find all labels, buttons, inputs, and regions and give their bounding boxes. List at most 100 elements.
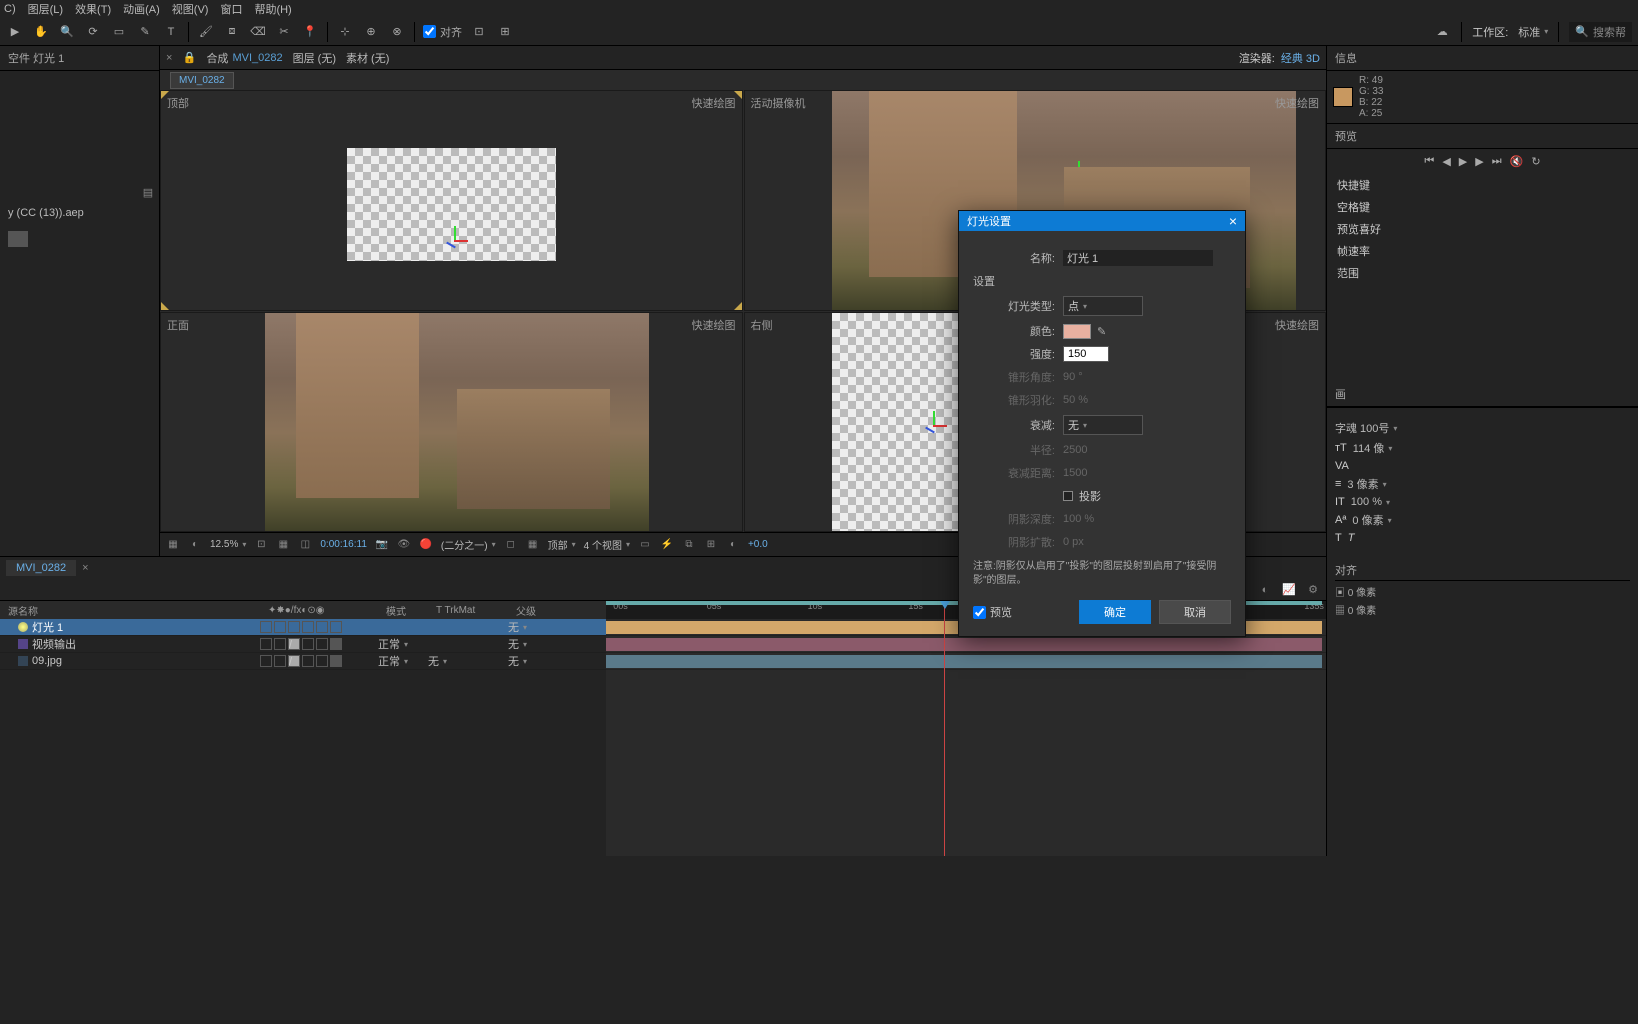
menu-layer[interactable]: 图层(L) [28, 1, 63, 17]
menu-effect[interactable]: 效果(T) [75, 1, 111, 17]
align-val2[interactable]: 0 像素 [1348, 606, 1376, 617]
selection-tool-icon[interactable]: ▶ [6, 23, 24, 41]
prev-frame-icon[interactable]: ◀ [1442, 155, 1450, 168]
resolution-dropdown[interactable]: (二分之一) [441, 537, 496, 552]
loop-icon[interactable]: ↻ [1531, 155, 1540, 168]
mode-drop[interactable]: 正常 [378, 636, 408, 652]
comp-active-tab[interactable]: MVI_0282 [170, 72, 234, 89]
parent-drop[interactable]: 无 [508, 653, 527, 669]
align-val1[interactable]: 0 像素 [1348, 588, 1376, 599]
stamp-tool-icon[interactable]: ⧈ [223, 23, 241, 41]
mask-icon[interactable]: ◫ [298, 538, 312, 552]
preview-checkbox[interactable] [973, 606, 986, 619]
rgb-icon[interactable]: 🔴 [419, 538, 433, 552]
italic-icon[interactable]: T [1348, 532, 1355, 544]
exposure-reset-icon[interactable]: ◐ [726, 538, 740, 552]
footage-tab[interactable]: 素材 (无) [346, 50, 389, 66]
light-type-dropdown[interactable]: 点 [1063, 296, 1143, 316]
vertical-scale[interactable]: 100 % [1351, 496, 1390, 508]
roi-icon[interactable]: ◻ [504, 538, 518, 552]
falloff-dropdown[interactable]: 无 [1063, 415, 1143, 435]
snap-opt2-icon[interactable]: ⊞ [496, 23, 514, 41]
layer-tab[interactable]: 图层 (无) [293, 50, 336, 66]
parent-drop[interactable]: 无 [508, 619, 527, 635]
tl-graph-icon[interactable]: 📈 [1282, 583, 1296, 597]
intensity-input[interactable] [1063, 346, 1109, 362]
playhead[interactable] [944, 601, 945, 856]
snap-opt1-icon[interactable]: ⊡ [470, 23, 488, 41]
cast-shadows-checkbox[interactable] [1063, 491, 1073, 501]
mode-drop[interactable]: 正常 [378, 653, 408, 669]
orbit-tool-icon[interactable]: ⟳ [84, 23, 102, 41]
font-dropdown[interactable]: 字魂 100号 [1335, 420, 1397, 436]
puppet-tool-icon[interactable]: 📍 [301, 23, 319, 41]
exposure-value[interactable]: +0.0 [748, 539, 768, 550]
text-tool-icon[interactable]: T [162, 23, 180, 41]
brush-tool-icon[interactable]: 🖌 [197, 23, 215, 41]
panel-menu-icon[interactable]: ▤ [141, 185, 155, 199]
show-snapshot-icon[interactable]: 👁 [397, 538, 411, 552]
view-layout-dropdown[interactable]: 4 个视图 [584, 537, 630, 552]
light-name-input[interactable] [1063, 250, 1213, 266]
viewport-front[interactable]: 正面 快速绘图 [160, 312, 743, 533]
layer-row-light[interactable]: 灯光 1 无 [0, 619, 606, 636]
snap-checkbox[interactable]: 对齐 [423, 24, 462, 40]
track-bar-comp[interactable] [606, 638, 1322, 651]
viewport-top[interactable]: 顶部 快速绘图 [160, 90, 743, 311]
layer-row-comp[interactable]: 视频输出 / 正常 无 [0, 636, 606, 653]
pixel-aspect-icon[interactable]: ▭ [638, 538, 652, 552]
workspace-dropdown[interactable]: 标准 [1518, 24, 1548, 40]
axis-local-icon[interactable]: ⊹ [336, 23, 354, 41]
fast-preview-icon[interactable]: ⚡ [660, 538, 674, 552]
rect-tool-icon[interactable]: ▭ [110, 23, 128, 41]
menu-window[interactable]: 窗口 [220, 1, 242, 17]
pen-tool-icon[interactable]: ✎ [136, 23, 154, 41]
next-frame-icon[interactable]: ▶ [1475, 155, 1483, 168]
bold-icon[interactable]: T [1335, 532, 1342, 544]
timecode-display[interactable]: 0:00:16:11 [320, 539, 367, 550]
preview-shortcut[interactable]: 快捷键 [1333, 174, 1632, 196]
folder-icon[interactable] [8, 231, 28, 247]
font-size[interactable]: 114 像 [1353, 440, 1393, 456]
last-frame-icon[interactable]: ⏭ [1492, 155, 1502, 168]
col-parent[interactable]: 父级 [516, 601, 606, 619]
track-bar-img[interactable] [606, 655, 1322, 668]
trkmat-drop[interactable]: 无 [428, 653, 447, 669]
eyedropper-icon[interactable]: ✎ [1097, 325, 1106, 338]
eraser-tool-icon[interactable]: ⌫ [249, 23, 267, 41]
timeline-icon[interactable]: ⧉ [682, 538, 696, 552]
safe-zones-icon[interactable]: ⊡ [254, 538, 268, 552]
first-frame-icon[interactable]: ⏮ [1424, 155, 1434, 168]
roto-tool-icon[interactable]: ✂ [275, 23, 293, 41]
transparency-icon[interactable]: ▦ [526, 538, 540, 552]
view-select-dropdown[interactable]: 顶部 [548, 537, 576, 552]
dialog-close-icon[interactable]: × [1229, 213, 1237, 229]
baseline-shift[interactable]: 0 像素 [1352, 512, 1391, 528]
help-search[interactable]: 🔍 搜索帮 [1569, 22, 1632, 42]
project-item[interactable]: y (CC (13)).aep [0, 203, 159, 223]
menu-c[interactable]: C) [4, 3, 16, 15]
dialog-titlebar[interactable]: 灯光设置 × [959, 211, 1245, 231]
tl-motion-blur-icon[interactable]: ◐ [1258, 583, 1272, 597]
hand-tool-icon[interactable]: ✋ [32, 23, 50, 41]
menu-view[interactable]: 视图(V) [172, 1, 209, 17]
grid-icon[interactable]: ▦ [276, 538, 290, 552]
mute-icon[interactable]: 🔇 [1510, 155, 1524, 168]
zoom-tool-icon[interactable]: 🔍 [58, 23, 76, 41]
play-icon[interactable]: ▶ [1459, 155, 1467, 168]
alpha-icon[interactable]: ▦ [166, 538, 180, 552]
channel-icon[interactable]: ◐ [188, 538, 202, 552]
cancel-button[interactable]: 取消 [1159, 600, 1231, 624]
comp-close-icon[interactable]: × [166, 52, 172, 64]
flowchart-icon[interactable]: ⊞ [704, 538, 718, 552]
sync-icon[interactable]: ☁ [1433, 23, 1451, 41]
axis-view-icon[interactable]: ⊗ [388, 23, 406, 41]
timeline-tab[interactable]: MVI_0282 [6, 560, 76, 576]
snap-checkbox-input[interactable] [423, 25, 436, 38]
renderer-value[interactable]: 经典 3D [1281, 50, 1320, 66]
layer-row-img[interactable]: 09.jpg / 正常 无 无 [0, 653, 606, 670]
snapshot-icon[interactable]: 📷 [375, 538, 389, 552]
tl-brainstorm-icon[interactable]: ⚙ [1306, 583, 1320, 597]
parent-drop[interactable]: 无 [508, 636, 527, 652]
comp-name-link[interactable]: MVI_0282 [232, 52, 282, 64]
